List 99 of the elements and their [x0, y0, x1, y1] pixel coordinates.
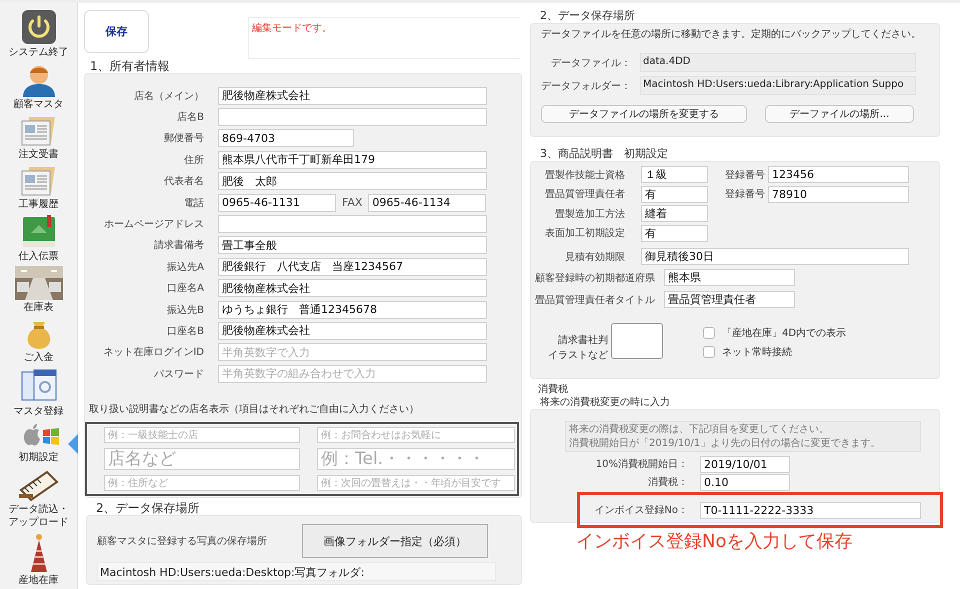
location-button[interactable]: デーファイルの場所...	[765, 105, 914, 123]
text-field[interactable]: 肥後物産株式会社	[218, 322, 487, 340]
field-label: 畳製造加工方法	[554, 208, 625, 221]
field-label: データフォルダー：	[541, 80, 626, 92]
text-field[interactable]: 半角英数字で入力	[218, 343, 487, 362]
notebook-icon	[16, 468, 60, 502]
field-label: 店名（メイン）	[133, 90, 204, 103]
text-field[interactable]: 例：Tel.・・・・・・	[317, 448, 515, 470]
text-field[interactable]: 例：お問合わせはお気軽に	[317, 427, 515, 444]
text-field[interactable]: 店名など	[104, 448, 300, 470]
checkbox-label: ネット常時接続	[722, 346, 792, 358]
sidebar-item[interactable]: 注文受書	[0, 112, 77, 163]
checkbox[interactable]	[703, 326, 715, 338]
field-label: 畳品質管理責任者	[544, 188, 625, 202]
text-field[interactable]: ゆうちょ銀行 普通12345678	[218, 300, 487, 319]
section-subtitle: 将来の消費税変更の時に入力	[540, 396, 671, 409]
text-field[interactable]: 肥後 太郎	[218, 172, 487, 190]
checkbox[interactable]	[703, 346, 715, 358]
text-field[interactable]: 123456	[768, 166, 909, 184]
field-label: インボイス登録No：	[593, 504, 688, 517]
sidebar-item[interactable]: 仕入伝票	[0, 212, 77, 265]
field-label: 口座名A	[166, 282, 204, 296]
field-label: FAX	[342, 196, 362, 210]
location-button[interactable]: データファイルの場所を変更する	[541, 105, 747, 123]
field-label: 振込先A	[166, 260, 204, 274]
folder-button[interactable]: 画像フォルダー指定（必須）	[302, 524, 488, 558]
field-label: 登録番号	[724, 188, 765, 202]
checkbox-label: 「産地在庫」4D内での表示	[722, 326, 846, 340]
field-label: 電話	[183, 196, 204, 210]
text-field[interactable]: 例：住所など	[104, 475, 300, 492]
path-display: Macintosh HD:Users:ueda:Desktop:写真フォルダ:	[97, 562, 496, 581]
display-caption: 取り扱い説明書などの店名表示（項目はそれぞれご自由に入力ください）	[89, 402, 420, 416]
field-label: 見積有効期限	[564, 250, 625, 264]
text-field[interactable]: 869-4703	[218, 129, 354, 148]
text-field[interactable]: 畳工事全般	[218, 236, 487, 254]
field-label: 振込先B	[166, 304, 204, 317]
field-label: 請求書社判 イラストなど	[547, 334, 608, 362]
value-display: Macintosh HD:Users:ueda:Library:Application Suppo	[640, 76, 916, 95]
field-label: 顧客マスタに登録する写真の保存場所	[97, 534, 268, 548]
field-label: 店名B	[176, 110, 204, 124]
text-field[interactable]: 御見積後30日	[641, 248, 909, 266]
text-field[interactable]: 肥後銀行 八代支店 当座1234567	[218, 258, 487, 276]
text-field[interactable]: 有	[641, 186, 708, 203]
image-well[interactable]	[611, 322, 663, 358]
sidebar-item[interactable]: データ読込・ アップロード	[0, 466, 77, 532]
text-field[interactable]: 0965-46-1134	[368, 194, 486, 212]
section-title: 2、データ保存場所	[540, 9, 636, 23]
sidebar-item[interactable]: ご入金	[0, 316, 77, 367]
sidebar-item[interactable]: 初期設定	[0, 420, 77, 467]
field-label: ネット在庫ログインID	[102, 346, 204, 360]
sidebar-item[interactable]: 在庫表	[0, 264, 77, 317]
field-label: 消費税：	[647, 476, 688, 489]
notice-text: 将来の消費税変更の際は、下記項目を変更してください。 消費税開始日が「2019/10/1」より先の日付の場合に変更できます。	[565, 421, 921, 452]
text-field[interactable]: 例：一級技能士の店	[104, 427, 300, 444]
field-label: ホームページアドレス	[103, 218, 204, 232]
text-field[interactable]: 肥後物産株式会社	[218, 86, 487, 105]
field-label: 口座名B	[166, 324, 204, 338]
sidebar-item[interactable]: 工事履歴	[0, 162, 77, 213]
text-field[interactable]: 畳品質管理責任者	[664, 291, 795, 308]
sidebar-item[interactable]: マスタ登録	[0, 366, 77, 421]
text-field[interactable]: 0965-46-1131	[218, 194, 336, 212]
field-label: 畳品質管理責任者タイトル	[535, 294, 655, 306]
text-field[interactable]: 0.10	[700, 474, 790, 490]
field-label: 登録番号	[724, 168, 765, 182]
section-title: 3、商品説明書 初期設定	[540, 147, 669, 161]
field-label: 郵便番号	[163, 132, 204, 146]
field-label: 住所	[183, 154, 204, 167]
sidebar-item[interactable]: 顧客マスタ	[0, 60, 77, 113]
field-label: 10%消費税開始日：	[594, 458, 688, 471]
text-field[interactable]: 熊本県	[664, 269, 795, 286]
value-display: data.4DD	[640, 53, 916, 72]
field-label: 請求書備考	[153, 238, 204, 252]
section-title: 消費税	[538, 383, 569, 396]
field-label: データファイル：	[550, 56, 626, 70]
text-field[interactable]: 有	[641, 224, 708, 242]
field-label: 畳製作技能士資格	[544, 168, 625, 182]
text-field[interactable]: T0-1111-2222-3333	[700, 502, 921, 518]
text-field[interactable]: 肥後物産株式会社	[218, 279, 487, 298]
section-title: 2、データ保存場所	[96, 501, 201, 515]
field-label: 顧客登録時の初期都道府県	[535, 272, 655, 284]
text-field[interactable]: 縫着	[641, 205, 708, 222]
field-label: パスワード	[153, 368, 204, 381]
save-button[interactable]: 保存	[84, 10, 149, 53]
section-title: 1、所有者情報	[90, 59, 171, 73]
description-text: データファイルを任意の場所に移動できます。定期的にバックアップしてください。	[541, 28, 922, 41]
text-field[interactable]: １級	[641, 166, 708, 184]
text-field[interactable]: 2019/10/01	[700, 456, 790, 472]
sidebar-item[interactable]: 産地在庫	[0, 531, 77, 589]
sidebar-item[interactable]: システム終了	[0, 7, 77, 61]
text-field[interactable]	[218, 108, 487, 126]
text-field[interactable]: 熊本県八代市千丁町新牟田179	[218, 150, 487, 169]
field-label: 表面加工初期設定	[544, 226, 625, 240]
text-field[interactable]: 78910	[768, 186, 909, 203]
text-field[interactable]: 例：次回の畳替えは・・年頃が目安です	[317, 475, 515, 492]
text-field[interactable]	[218, 215, 487, 234]
text-field[interactable]: 半角英数字の組み合わせで入力	[218, 364, 487, 383]
status-message: 編集モードです。	[252, 23, 332, 34]
annotation-text: インボイス登録Noを入力して保存	[576, 530, 854, 553]
field-label: 代表者名	[163, 174, 204, 188]
